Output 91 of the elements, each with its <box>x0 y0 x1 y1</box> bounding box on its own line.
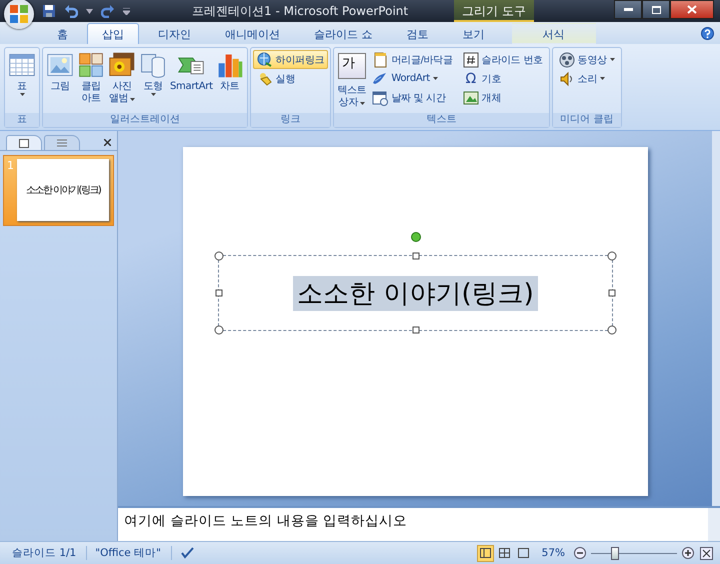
ribbon-button[interactable]: WordArt <box>368 69 457 88</box>
zoom-in-icon[interactable] <box>682 547 694 559</box>
slides-tab[interactable] <box>6 135 42 150</box>
office-logo-icon <box>8 3 30 25</box>
resize-handle[interactable] <box>412 326 419 334</box>
group-label: 링크 <box>250 113 330 127</box>
resize-handle[interactable] <box>608 290 616 296</box>
undo-icon[interactable] <box>64 4 78 18</box>
contextual-tab-group: 그리기 도구 <box>454 0 534 22</box>
zoom-out-icon[interactable] <box>574 547 586 559</box>
ribbon-button[interactable]: 표 <box>7 49 37 112</box>
shapes-icon <box>139 51 167 79</box>
object-icon <box>462 90 479 106</box>
calendar-icon <box>372 90 388 106</box>
window-title: 프레젠테이션1 - Microsoft PowerPoint <box>192 2 408 20</box>
ribbon-button[interactable]: 클립 아트 <box>76 49 106 112</box>
minimize-icon <box>624 8 632 11</box>
notes-field[interactable]: 여기에 슬라이드 노트의 내용을 입력하십시오 <box>118 508 708 541</box>
ribbon-tab[interactable]: 서식 <box>512 23 596 44</box>
picture-icon <box>46 51 74 79</box>
symbol-icon: Ω <box>462 70 479 86</box>
ribbon-button[interactable]: 사진 앨범 <box>107 49 137 112</box>
group-label: 미디어 클립 <box>552 113 621 127</box>
slider-thumb[interactable] <box>611 546 620 560</box>
ribbon-tab[interactable]: 보기 <box>448 23 500 44</box>
maximize-button[interactable] <box>642 0 670 19</box>
scrollbar[interactable] <box>708 508 720 541</box>
clip-art-icon <box>77 51 105 79</box>
slide-thumbnail-row[interactable]: 1 소소한 이야기(링크) <box>3 155 114 226</box>
save-icon[interactable] <box>42 4 56 18</box>
resize-handle[interactable] <box>412 252 419 260</box>
maximize-icon <box>652 6 660 14</box>
photo-album-icon <box>108 51 136 79</box>
ribbon-button[interactable]: 도형 <box>138 49 168 112</box>
film-reel-icon <box>558 52 575 68</box>
view-button[interactable] <box>476 544 494 562</box>
caret-icon[interactable] <box>86 8 93 14</box>
theme-name: "Office 테마" <box>87 546 172 560</box>
slide-thumbnail[interactable]: 소소한 이야기(링크) <box>17 159 109 221</box>
table-icon <box>8 51 36 79</box>
ribbon-button[interactable]: 개체 <box>458 88 547 107</box>
ribbon-button[interactable]: 차트 <box>214 49 245 112</box>
ribbon-button[interactable]: 그림 <box>45 49 75 112</box>
ribbon-button[interactable]: 날짜 및 시간 <box>368 88 457 107</box>
scrollbar[interactable] <box>712 131 720 506</box>
resize-handle[interactable] <box>214 252 224 260</box>
group-label: 표 <box>5 113 39 127</box>
speaker-icon <box>558 70 575 86</box>
ribbon-button[interactable]: 하이퍼링크 <box>252 50 328 69</box>
help-icon[interactable] <box>701 27 714 40</box>
ribbon-button[interactable]: 실행 <box>252 69 328 88</box>
outline-tab[interactable] <box>44 135 80 150</box>
ribbon-tab[interactable]: 삽입 <box>87 23 139 44</box>
ribbon-tab[interactable]: 디자인 <box>143 23 206 44</box>
customize-caret-icon[interactable] <box>123 8 130 14</box>
page-icon <box>372 52 388 68</box>
resize-handle[interactable] <box>214 326 224 334</box>
group-label: 일러스트레이션 <box>43 113 247 127</box>
redo-icon[interactable] <box>101 4 115 18</box>
minimize-button[interactable] <box>614 0 642 19</box>
rotate-handle[interactable] <box>410 232 420 242</box>
slide-number-icon <box>462 52 479 68</box>
text-box-icon: 가 <box>338 53 366 79</box>
ribbon-tab[interactable]: 슬라이드 쇼 <box>299 23 388 44</box>
resize-handle[interactable] <box>608 326 616 334</box>
ribbon-tab[interactable]: 홈 <box>42 23 83 44</box>
list-icon <box>57 138 67 148</box>
office-button[interactable] <box>4 0 34 29</box>
ribbon-tab[interactable]: 애니메이션 <box>210 23 295 44</box>
close-icon <box>687 5 697 14</box>
ribbon-button[interactable]: 가 텍스트 상자 <box>336 49 368 112</box>
ribbon-button[interactable]: 동영상 <box>554 50 619 69</box>
slide-icon <box>19 138 29 148</box>
ribbon-button[interactable]: 슬라이드 번호 <box>458 50 547 69</box>
slide-number: 1 <box>7 159 15 172</box>
ribbon-button[interactable]: 머리글/바닥글 <box>368 50 457 69</box>
zoom-level[interactable]: 57% <box>542 547 565 559</box>
ribbon-tab[interactable]: 검토 <box>392 23 444 44</box>
ribbon-button[interactable]: 소리 <box>554 69 619 88</box>
fit-to-window-icon[interactable] <box>700 546 713 560</box>
slide-title: 소소한 이야기(링크) <box>293 276 538 310</box>
resize-handle[interactable] <box>216 290 222 296</box>
resize-handle[interactable] <box>608 252 616 260</box>
ribbon-button[interactable]: Ω 기호 <box>458 69 547 88</box>
close-button[interactable] <box>670 0 714 19</box>
ribbon-button[interactable]: SmartArt <box>169 49 214 112</box>
thumbnail-title: 소소한 이야기(링크) <box>26 184 100 197</box>
slide-count: 슬라이드 1/1 <box>4 546 88 560</box>
group-label: 텍스트 <box>334 113 549 127</box>
spell-check-icon[interactable] <box>180 547 194 559</box>
close-icon[interactable] <box>104 139 111 146</box>
